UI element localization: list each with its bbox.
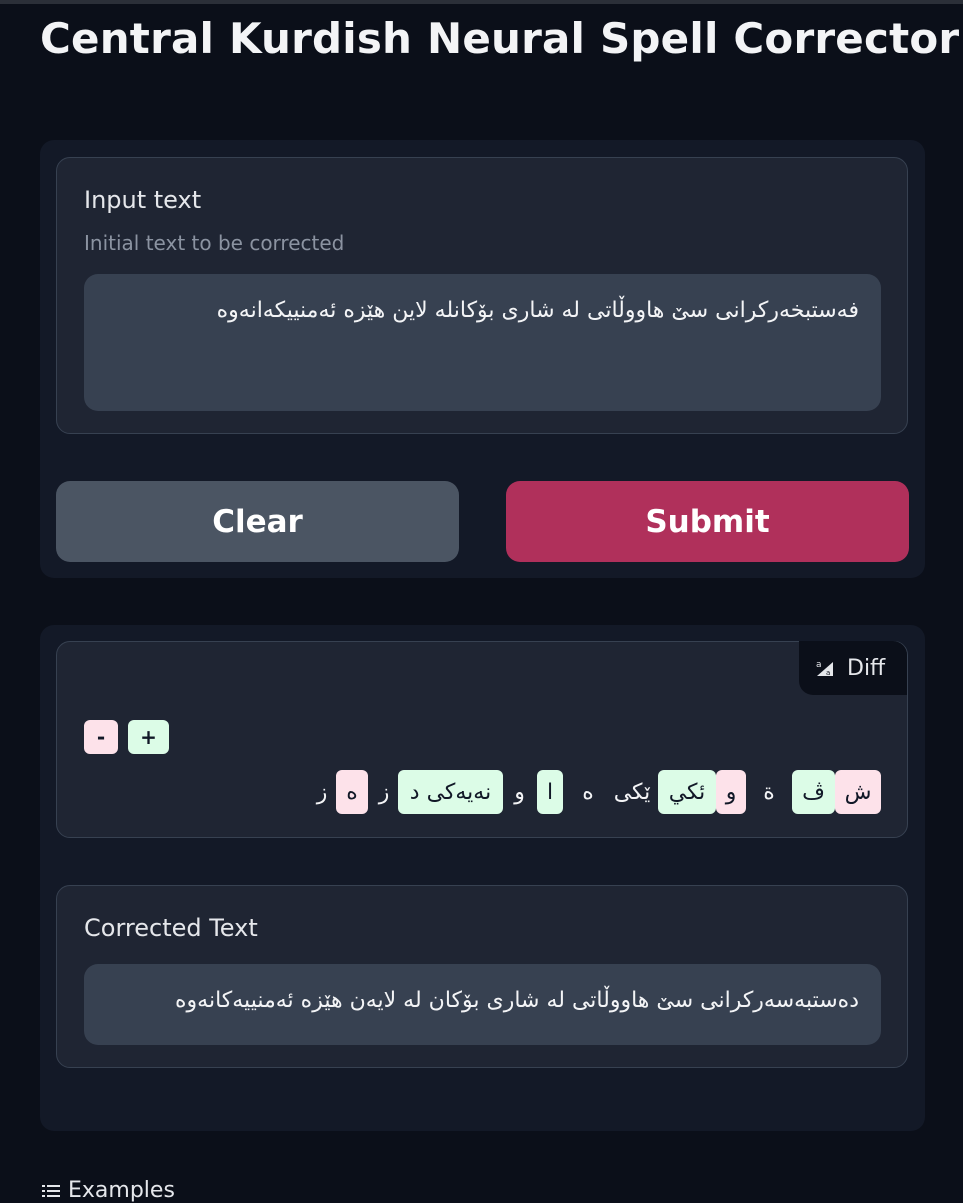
input-textarea[interactable]: فەستبخەرکرانی سێ هاووڵاتی لە شاری بۆکانل… bbox=[84, 274, 881, 411]
input-panel: Input text Initial text to be corrected … bbox=[40, 140, 925, 578]
legend-deleted: - bbox=[84, 720, 118, 754]
list-icon bbox=[42, 1184, 60, 1197]
corrected-text-label: Corrected Text bbox=[84, 914, 258, 942]
diff-label-tag: a a Diff bbox=[799, 641, 907, 695]
input-text-label: Input text bbox=[84, 186, 202, 214]
corrected-text-block: Corrected Text دەستبەسەرکرانی سێ هاووڵات… bbox=[56, 885, 908, 1068]
diff-token: ز bbox=[316, 779, 328, 805]
diff-token: ێکی bbox=[613, 779, 651, 805]
legend-inserted: + bbox=[128, 720, 169, 754]
diff-token: ه bbox=[582, 779, 594, 805]
diff-token: ة bbox=[763, 779, 775, 805]
diff-block: a a Diff - + ش ڤ ة و ئكي ێکی ه ا و نەیەک… bbox=[56, 641, 908, 838]
diff-token: ش bbox=[835, 770, 881, 814]
text-diff-icon: a a bbox=[816, 660, 833, 677]
diff-token: نەیەکی د bbox=[398, 770, 503, 814]
diff-token: ه bbox=[336, 770, 368, 814]
diff-token: و bbox=[716, 770, 746, 814]
input-text-info: Initial text to be corrected bbox=[84, 231, 345, 255]
diff-token: ڤ bbox=[792, 770, 835, 814]
diff-token: ئكي bbox=[658, 770, 716, 814]
output-panel: a a Diff - + ش ڤ ة و ئكي ێکی ه ا و نەیەک… bbox=[40, 625, 925, 1131]
diff-token-row: ش ڤ ة و ئكي ێکی ه ا و نەیەکی د ز ه ز bbox=[84, 770, 881, 814]
diff-token: ا bbox=[537, 770, 563, 814]
examples-label: Examples bbox=[68, 1178, 175, 1203]
diff-token: ز bbox=[378, 779, 390, 805]
corrected-textbox[interactable]: دەستبەسەرکرانی سێ هاووڵاتی لە شاری بۆکان… bbox=[84, 964, 881, 1045]
page-title: Central Kurdish Neural Spell Corrector bbox=[40, 14, 960, 63]
clear-button[interactable]: Clear bbox=[56, 481, 459, 562]
diff-label: Diff bbox=[847, 655, 886, 681]
svg-text:a: a bbox=[816, 660, 822, 670]
top-border bbox=[0, 0, 963, 4]
svg-text:a: a bbox=[826, 669, 830, 677]
examples-header[interactable]: Examples bbox=[42, 1178, 175, 1203]
submit-button[interactable]: Submit bbox=[506, 481, 909, 562]
input-text-block: Input text Initial text to be corrected … bbox=[56, 157, 908, 434]
diff-token: و bbox=[514, 779, 525, 805]
